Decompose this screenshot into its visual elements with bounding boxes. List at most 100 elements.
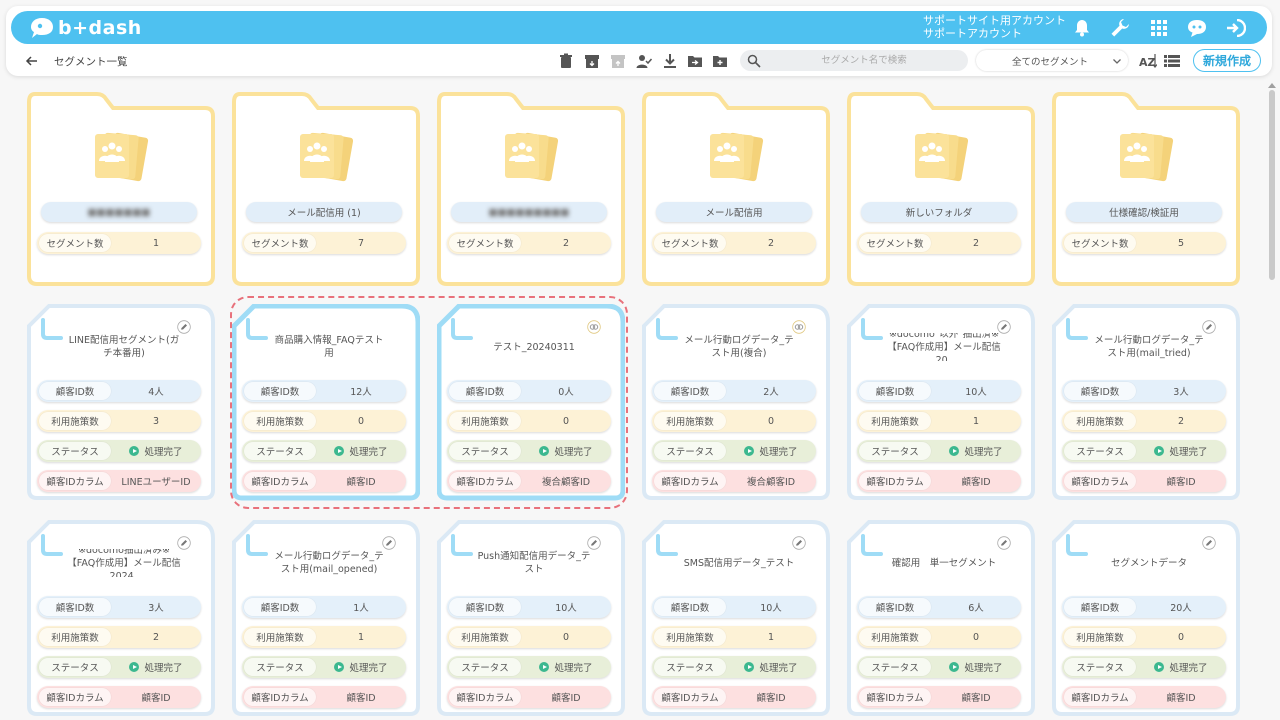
segment-card[interactable]: ※docomo"以外"抽出済※【FAQ作成用】メール配信_20… 顧客ID数 10人… [847, 304, 1035, 502]
used-measures-row-label: 利用施策数 [39, 628, 111, 646]
list-view-icon[interactable] [1164, 53, 1180, 69]
status-row-label: ステータス [654, 658, 726, 676]
folder-card[interactable]: メール配信用 セグメント数 2 [642, 92, 830, 288]
customer-id-column-row-label: 顧客IDカラム [39, 472, 111, 490]
used-measures-row-value: 0 [726, 416, 816, 427]
customer-id-count-row-label: 顧客ID数 [1064, 598, 1136, 616]
customer-id-column-row-value: 顧客ID [931, 690, 1021, 704]
sort-az-icon[interactable]: AZ [1139, 52, 1158, 70]
customer-id-column-row: 顧客IDカラム 顧客ID [652, 686, 816, 708]
unarchive-icon[interactable] [610, 53, 626, 69]
edit-icon[interactable] [1202, 536, 1216, 550]
customer-id-column-row: 顧客IDカラム LINEユーザーID [37, 470, 201, 492]
status-play-icon [744, 446, 755, 456]
edit-icon[interactable] [792, 536, 806, 550]
status-row-label: ステータス [449, 658, 521, 676]
used-measures-row-label: 利用施策数 [39, 412, 111, 430]
folder-card[interactable]: メール配信用 (1) セグメント数 7 [232, 92, 420, 288]
segment-card[interactable]: SMS配信用データ_テスト 顧客ID数 10人 利用施策数 1 ステータス 処理完了 顧客ID… [642, 520, 830, 718]
status-row: ステータス 処理完了 [652, 656, 816, 678]
segment-card[interactable]: メール行動ログデータ_テスト用(mail_tried) 顧客ID数 3人 利用施策数 2… [1052, 304, 1240, 502]
used-measures-row-value: 1 [726, 632, 816, 643]
status-row: ステータス 処理完了 [1062, 656, 1226, 678]
customer-id-column-row-text: LINEユーザーID [121, 477, 191, 488]
used-measures-row-value: 0 [1136, 632, 1226, 643]
folder-card[interactable]: 仕様確認/検証用 セグメント数 5 [1052, 92, 1240, 288]
segment-title: メール行動ログデータ_テスト用(複合) [684, 335, 794, 359]
top-bar: b+dash サポートサイト用アカウント サポートアカウント セグメント一覧 セ… [6, 6, 1272, 76]
wrench-icon[interactable] [1109, 17, 1131, 39]
logo-bubble-icon [31, 18, 53, 38]
edit-icon[interactable] [997, 536, 1011, 550]
folder-name: 仕様確認/検証用 [1066, 202, 1222, 222]
segment-title: メール行動ログデータ_テスト用(mail_tried) [1094, 335, 1204, 359]
used-measures-row-label: 利用施策数 [654, 412, 726, 430]
support-chat-icon[interactable] [1186, 17, 1208, 39]
customer-id-column-row-text: 顧客ID [141, 693, 171, 704]
customer-id-count-row-label: 顧客ID数 [654, 598, 726, 616]
grid-menu-icon[interactable] [1148, 17, 1170, 39]
folder-people-icon [706, 132, 764, 184]
folder-card[interactable]: ■■■■■■■ セグメント数 1 [27, 92, 215, 288]
status-row: ステータス 処理完了 [857, 440, 1021, 462]
customer-id-column-row-value: 顧客ID [316, 690, 406, 704]
segment-count-label: セグメント数 [859, 234, 931, 252]
edit-icon[interactable] [177, 536, 191, 550]
search-input[interactable] [766, 51, 962, 70]
segment-card[interactable]: Push通知配信用データ_テスト 顧客ID数 10人 利用施策数 0 ステータス 処理完了顧… [437, 520, 625, 718]
folder-count-row: セグメント数 2 [857, 232, 1021, 254]
status-row-label: ステータス [1064, 442, 1136, 460]
status-row-label: ステータス [654, 442, 726, 460]
segment-card[interactable]: 確認用 単一セグメント 顧客ID数 6人 利用施策数 0 ステータス 処理完了 顧客IDカラム… [847, 520, 1035, 718]
logo[interactable]: b+dash [29, 15, 142, 41]
customer-id-column-row-value: 顧客ID [1136, 690, 1226, 704]
segment-card[interactable]: セグメントデータ 顧客ID数 20人 利用施策数 0 ステータス 処理完了 顧客IDカラム 顧客… [1052, 520, 1240, 718]
folder-card[interactable]: ■■■■■■■■■ セグメント数 2 [437, 92, 625, 288]
used-measures-row-text: 1 [767, 631, 775, 643]
bell-icon[interactable] [1071, 17, 1093, 39]
folder-name-text: 仕様確認/検証用 [1109, 208, 1179, 219]
logout-icon[interactable] [1225, 17, 1247, 39]
edit-icon[interactable] [1202, 320, 1216, 334]
customer-id-count-row-label: 顧客ID数 [654, 382, 726, 400]
used-measures-row-text: 0 [562, 631, 570, 643]
trash-icon[interactable] [558, 53, 574, 69]
edit-icon[interactable] [587, 536, 601, 550]
folder-card[interactable]: 新しいフォルダ セグメント数 2 [847, 92, 1035, 288]
link-icon[interactable] [792, 320, 806, 334]
segment-title: LINE配信用セグメント(ガチ本番用) [68, 335, 180, 359]
status-row-label: ステータス [1064, 658, 1136, 676]
account-info[interactable]: サポートサイト用アカウント サポートアカウント [923, 14, 1066, 40]
new-segment-button[interactable]: 新規作成 [1193, 49, 1261, 72]
customer-id-count-row-text: 10人 [760, 603, 782, 614]
folder-count-row: セグメント数 2 [652, 232, 816, 254]
customer-id-count-row-text: 20人 [1170, 603, 1192, 614]
customer-id-column-row-text: 顧客ID [1166, 693, 1196, 704]
edit-icon[interactable] [382, 536, 396, 550]
status-row-value: 処理完了 [521, 660, 611, 674]
status-play-icon [1154, 446, 1165, 456]
segment-card[interactable]: メール行動ログデータ_テスト用(mail_opened) 顧客ID数 1人 利用施策数… [232, 520, 420, 718]
segment-card[interactable]: メール行動ログデータ_テスト用(複合) 顧客ID数 2人 利用施策数 0 ステータス 処理完… [642, 304, 830, 502]
customer-id-column-row-label: 顧客IDカラム [1064, 472, 1136, 490]
segment-title: Push通知配信用データ_テスト [477, 551, 591, 575]
download-icon[interactable] [662, 53, 678, 69]
folder-move-icon[interactable] [687, 53, 703, 69]
used-measures-row-label: 利用施策数 [859, 412, 931, 430]
used-measures-row-text: 0 [1177, 631, 1185, 643]
edit-icon[interactable] [177, 320, 191, 334]
status-row-text: 処理完了 [759, 663, 798, 674]
archive-icon[interactable] [584, 53, 600, 69]
segment-filter-select[interactable]: 全てのセグメント [976, 50, 1128, 71]
used-measures-row: 利用施策数 0 [1062, 626, 1226, 648]
user-check-icon[interactable] [636, 53, 653, 69]
scrollbar-thumb[interactable] [1269, 90, 1275, 280]
segment-card[interactable]: ※docomo抽出済み※【FAQ作成用】メール配信_2024… 顧客ID数 3人 利用… [27, 520, 215, 718]
segment-title: 確認用 単一セグメント [891, 557, 997, 569]
scroll-up-arrow-icon[interactable] [1268, 80, 1276, 88]
edit-icon[interactable] [997, 320, 1011, 334]
segment-card[interactable]: LINE配信用セグメント(ガチ本番用) 顧客ID数 4人 利用施策数 3 ステータス 処理完… [27, 304, 215, 502]
used-measures-row-value: 2 [111, 632, 201, 643]
back-arrow-icon[interactable] [24, 53, 40, 69]
folder-add-icon[interactable] [712, 53, 728, 69]
